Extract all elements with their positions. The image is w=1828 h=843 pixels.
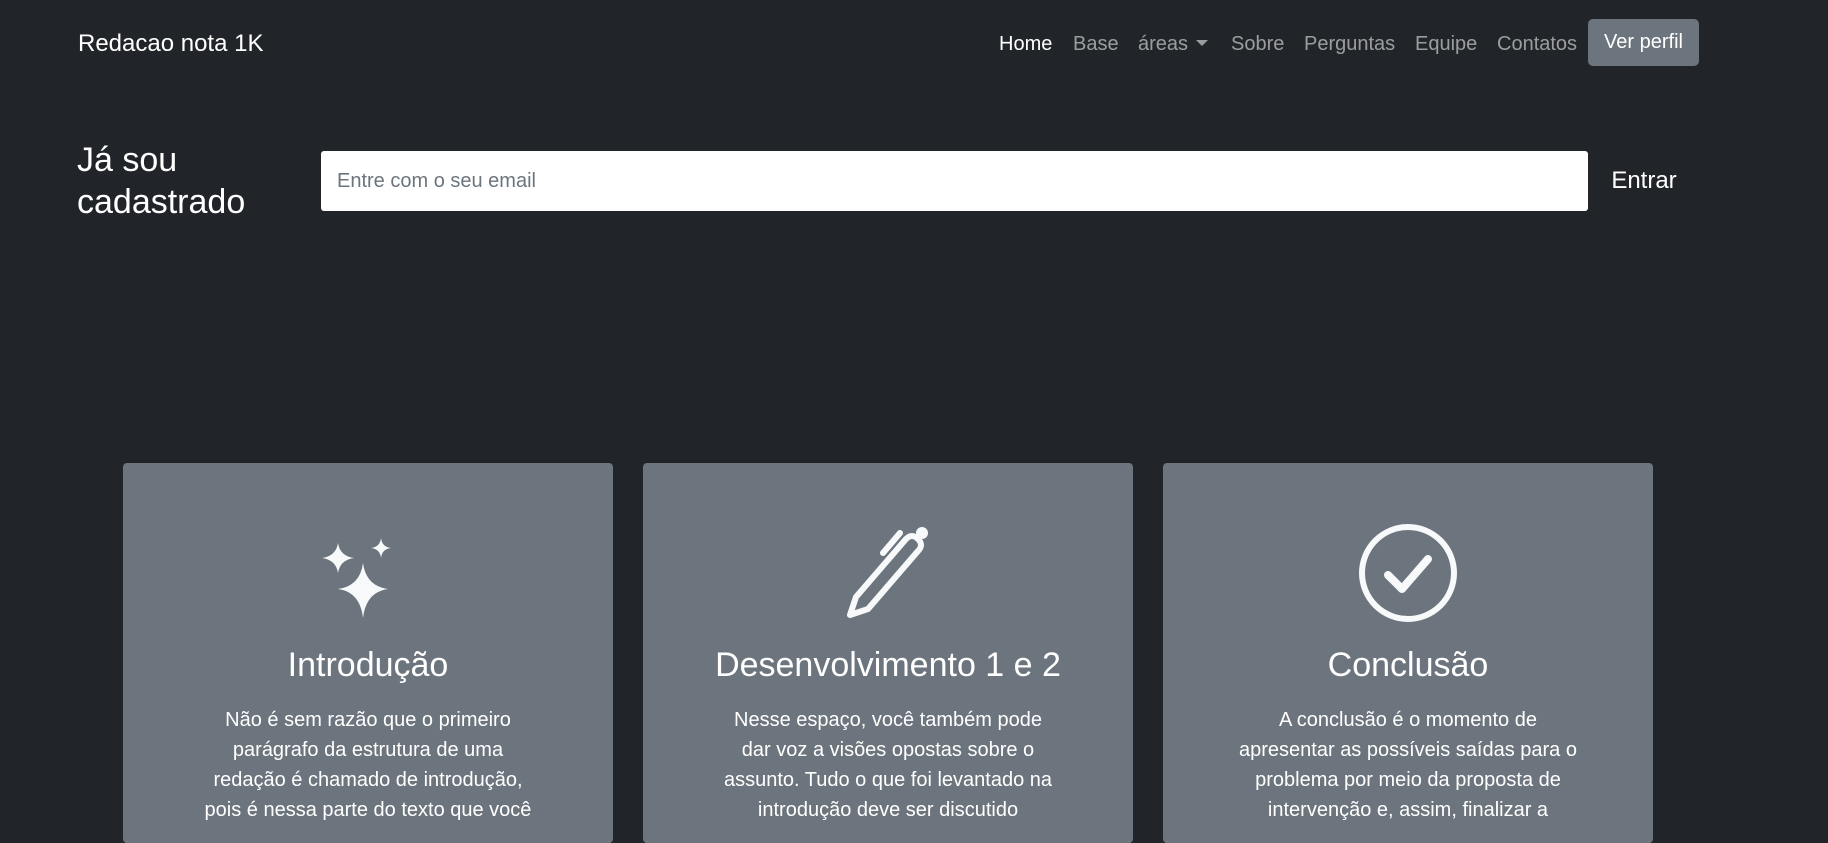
enter-button[interactable]: Entrar <box>1596 151 1692 211</box>
nav-item-perguntas[interactable]: Perguntas <box>1304 31 1395 57</box>
email-input[interactable] <box>321 151 1588 211</box>
check-circle-icon <box>1359 524 1457 622</box>
nav-item-areas-dropdown[interactable]: áreas <box>1138 31 1209 57</box>
nav-item-equipe[interactable]: Equipe <box>1415 31 1477 57</box>
card-title: Conclusão <box>1327 646 1489 684</box>
card-title: Desenvolvimento 1 e 2 <box>715 646 1061 684</box>
nav-item-areas-label: áreas <box>1138 33 1189 55</box>
card-text: Nesse espaço, você também pode dar voz a… <box>723 709 1053 821</box>
card-title: Introdução <box>287 646 449 684</box>
login-title: Já sou cadastrado <box>77 141 246 221</box>
view-profile-button[interactable]: Ver perfil <box>1588 19 1699 66</box>
nav-item-sobre[interactable]: Sobre <box>1231 31 1284 57</box>
card-conclusao: Conclusão A conclusão é o momento de apr… <box>1163 463 1653 843</box>
pen-icon <box>847 527 928 618</box>
nav-menu: Home Base áreas Sobre Perguntas Equipe C… <box>0 0 1828 88</box>
nav-item-home[interactable]: Home <box>999 31 1052 57</box>
card-text: A conclusão é o momento de apresentar as… <box>1239 709 1577 821</box>
caret-down-icon <box>1196 40 1209 46</box>
nav-item-base[interactable]: Base <box>1073 31 1119 57</box>
nav-item-contatos[interactable]: Contatos <box>1497 31 1577 57</box>
navbar: Redacao nota 1K Home Base áreas Sobre Pe… <box>0 0 1828 88</box>
card-text: Não é sem razão que o primeiro parágrafo… <box>204 709 532 821</box>
sparkles-icon <box>322 538 391 618</box>
card-desenvolvimento: Desenvolvimento 1 e 2 Nesse espaço, você… <box>643 463 1133 843</box>
card-introducao: Introdução Não é sem razão que o primeir… <box>123 463 613 843</box>
